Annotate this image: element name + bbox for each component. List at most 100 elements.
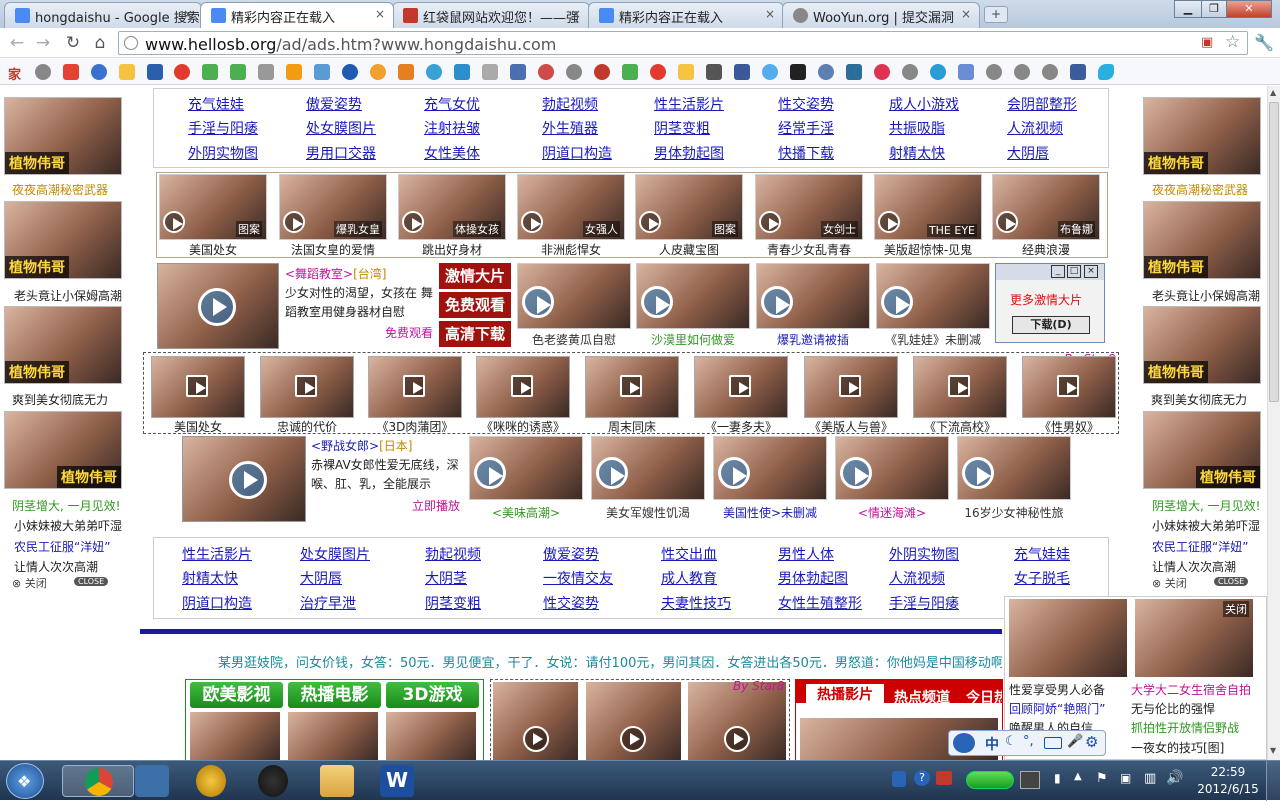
bottom-link[interactable]: 大阴茎 bbox=[425, 568, 467, 588]
video-thumb[interactable] bbox=[636, 263, 750, 329]
ime-keyboard-icon[interactable] bbox=[1044, 737, 1062, 749]
bottom-link[interactable]: 大阴唇 bbox=[300, 568, 342, 588]
dance-title-line[interactable]: <舞蹈教室>[台湾] bbox=[285, 265, 387, 282]
tab-hot-films[interactable]: 热播影片 bbox=[806, 684, 884, 706]
vertical-scrollbar[interactable]: ▲ ▼ bbox=[1267, 86, 1280, 760]
bookmark-icon[interactable] bbox=[902, 64, 918, 80]
wild-video-caption[interactable]: <美味高潮> bbox=[469, 504, 583, 521]
corner-ad-close[interactable]: 关闭 bbox=[1223, 601, 1249, 617]
photo-thumb[interactable]: 布鲁娜 bbox=[992, 174, 1100, 240]
strip-thumb[interactable] bbox=[260, 356, 354, 418]
right-ad-image-1[interactable]: 植物伟哥 bbox=[1143, 97, 1261, 175]
bookmark-icon[interactable] bbox=[594, 64, 610, 80]
wild-video-caption[interactable]: <情迷海滩> bbox=[835, 504, 949, 521]
bottom-link[interactable]: 外阴实物图 bbox=[889, 544, 959, 564]
weibo-icon[interactable] bbox=[650, 64, 666, 80]
bookmark-icon[interactable] bbox=[622, 64, 638, 80]
bottom-link[interactable]: 手淫与阳痿 bbox=[889, 593, 959, 613]
bookmark-icon[interactable] bbox=[510, 64, 526, 80]
bookmark-icon[interactable] bbox=[678, 64, 694, 80]
video-caption[interactable]: 色老婆黄瓜自慰 bbox=[517, 331, 631, 348]
photo-caption[interactable]: 跳出好身材 bbox=[398, 241, 506, 258]
ime-settings-icon[interactable]: ⚙ bbox=[1085, 733, 1098, 751]
chrome-taskbar-button[interactable] bbox=[62, 765, 134, 797]
facebook-icon[interactable] bbox=[734, 64, 750, 80]
help-tray-icon[interactable]: ? bbox=[914, 770, 930, 786]
strip-caption[interactable]: 周末同床 bbox=[585, 418, 679, 435]
flag-icon[interactable]: ⚑ bbox=[1096, 771, 1108, 786]
scroll-up-icon[interactable]: ▲ bbox=[1270, 88, 1276, 97]
video-thumb[interactable] bbox=[756, 263, 870, 329]
top-link[interactable]: 阴道口构造 bbox=[542, 143, 612, 163]
top-link[interactable]: 男用口交器 bbox=[306, 143, 376, 163]
corner-ad-link[interactable]: 无与伦比的强悍 bbox=[1131, 700, 1215, 717]
left-promo-link[interactable]: 让情人次次高潮 bbox=[14, 558, 98, 575]
strip-caption[interactable]: 《下流高校》 bbox=[913, 418, 1007, 435]
right-promo-link[interactable]: 阴茎增大, 一月见效! bbox=[1152, 497, 1260, 514]
ime-mic-icon[interactable]: 🎤 bbox=[1067, 734, 1083, 749]
corner-ad-link[interactable]: 大学大二女生宿舍自拍 bbox=[1131, 681, 1251, 698]
right-close-badge[interactable]: CLOSE bbox=[1214, 577, 1249, 586]
twitter-icon[interactable] bbox=[762, 64, 778, 80]
tab-today-hot[interactable]: 今日热 bbox=[966, 687, 1002, 707]
top-link[interactable]: 手淫与阳痿 bbox=[188, 118, 258, 138]
bookmark-icon[interactable] bbox=[482, 64, 498, 80]
reload-icon[interactable]: ↻ bbox=[62, 32, 84, 54]
bottom-link[interactable]: 阴道口构造 bbox=[182, 593, 252, 613]
bottom-link[interactable]: 阴茎变粗 bbox=[425, 593, 481, 613]
bookmark-icon[interactable] bbox=[258, 64, 274, 80]
show-desktop-button[interactable] bbox=[1266, 761, 1280, 801]
bookmark-icon[interactable] bbox=[818, 64, 834, 80]
strip-thumb[interactable] bbox=[913, 356, 1007, 418]
strip-caption[interactable]: 《美版人与兽》 bbox=[804, 418, 898, 435]
bottom-link[interactable]: 充气娃娃 bbox=[1014, 544, 1070, 564]
photo-caption[interactable]: 青春少女乱青春 bbox=[755, 241, 863, 258]
left-ad-image-1[interactable]: 植物伟哥 bbox=[4, 97, 122, 175]
volume-icon[interactable]: 🔊 bbox=[1166, 770, 1183, 786]
close-tab-icon[interactable]: × bbox=[765, 7, 775, 21]
lower-thumb[interactable] bbox=[386, 712, 476, 760]
photo-thumb[interactable]: 女强人 bbox=[517, 174, 625, 240]
bottom-link[interactable]: 性生活影片 bbox=[182, 544, 252, 564]
photo-caption[interactable]: 美版超惊悚-见鬼 bbox=[874, 241, 982, 258]
popup-minimize-icon[interactable]: _ bbox=[1051, 265, 1065, 278]
left-ad-caption[interactable]: 爽到美女彻底无力 bbox=[12, 391, 108, 408]
close-tab-icon[interactable]: × bbox=[183, 7, 193, 21]
photo-thumb[interactable]: 图案 bbox=[635, 174, 743, 240]
strip-thumb[interactable] bbox=[694, 356, 788, 418]
scroll-thumb[interactable] bbox=[1269, 102, 1279, 402]
right-promo-link[interactable]: 农民工征服“洋妞” bbox=[1152, 538, 1248, 555]
free-watch-button[interactable]: 免费观看 bbox=[439, 292, 511, 318]
bookmark-icon[interactable] bbox=[986, 64, 1002, 80]
top-link[interactable]: 男体勃起图 bbox=[654, 143, 724, 163]
bookmark-icon[interactable] bbox=[1014, 64, 1030, 80]
top-link[interactable]: 性生活影片 bbox=[654, 94, 724, 114]
bottom-link[interactable]: 处女膜图片 bbox=[300, 544, 370, 564]
bookmark-icon[interactable] bbox=[426, 64, 442, 80]
lower-thumb[interactable] bbox=[190, 712, 280, 760]
bottom-link[interactable]: 人流视频 bbox=[889, 568, 945, 588]
bottom-link[interactable]: 性交姿势 bbox=[543, 593, 599, 613]
bottom-link[interactable]: 傲爱姿势 bbox=[543, 544, 599, 564]
top-link[interactable]: 处女膜图片 bbox=[306, 118, 376, 138]
tab-google-search[interactable]: hongdaishu - Google 搜索 × bbox=[4, 2, 202, 28]
bookmark-icon[interactable] bbox=[230, 64, 246, 80]
wild-video-caption[interactable]: 美国性使>未删减 bbox=[713, 504, 827, 521]
strip-caption[interactable]: 美国处女 bbox=[151, 418, 245, 435]
top-link[interactable]: 注射祛皱 bbox=[424, 118, 480, 138]
corner-ad-link[interactable]: 抓拍性开放情侣野战 bbox=[1131, 719, 1239, 736]
bottom-link[interactable]: 夫妻性技巧 bbox=[661, 593, 731, 613]
bookmark-icon[interactable] bbox=[566, 64, 582, 80]
word-icon[interactable]: W bbox=[380, 765, 414, 797]
bookmark-icon[interactable] bbox=[538, 64, 554, 80]
bookmark-icon[interactable] bbox=[342, 64, 358, 80]
bottom-link[interactable]: 性交出血 bbox=[661, 544, 717, 564]
top-link[interactable]: 外阴实物图 bbox=[188, 143, 258, 163]
bookmark-icon[interactable] bbox=[91, 64, 107, 80]
new-tab-button[interactable]: + bbox=[984, 6, 1008, 23]
bookmark-icon[interactable] bbox=[706, 64, 722, 80]
close-tab-icon[interactable]: × bbox=[961, 7, 971, 21]
bookmark-icon[interactable] bbox=[398, 64, 414, 80]
qq-icon[interactable] bbox=[258, 765, 288, 797]
scroll-down-icon[interactable]: ▼ bbox=[1270, 746, 1276, 755]
